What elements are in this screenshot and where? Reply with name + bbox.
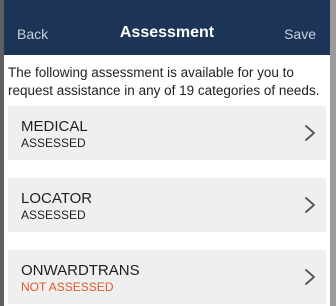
- category-status: ASSESSED: [21, 136, 86, 150]
- phone-frame: Back Assessment Save The following asses…: [0, 0, 336, 306]
- category-name: LOCATOR: [21, 190, 93, 207]
- intro-text: The following assessment is available fo…: [8, 65, 320, 98]
- category-row-medical[interactable]: MEDICAL ASSESSED: [8, 106, 326, 160]
- navigation-bar: Back Assessment Save: [4, 0, 330, 55]
- category-name: MEDICAL: [21, 118, 88, 135]
- category-row-locator[interactable]: LOCATOR ASSESSED: [8, 178, 326, 232]
- chevron-right-icon: [305, 197, 315, 213]
- category-status: NOT ASSESSED: [21, 280, 114, 294]
- save-button[interactable]: Save: [284, 26, 316, 42]
- right-bezel: [330, 0, 336, 306]
- category-name: ONWARDTRANS: [21, 262, 140, 279]
- page-title: Assessment: [119, 24, 215, 41]
- category-status: ASSESSED: [21, 208, 86, 222]
- category-row-onwardtrans[interactable]: ONWARDTRANS NOT ASSESSED: [8, 250, 326, 304]
- back-button[interactable]: Back: [17, 26, 48, 42]
- chevron-right-icon: [305, 125, 315, 141]
- chevron-right-icon: [305, 269, 315, 285]
- app-screen: Back Assessment Save The following asses…: [4, 0, 330, 306]
